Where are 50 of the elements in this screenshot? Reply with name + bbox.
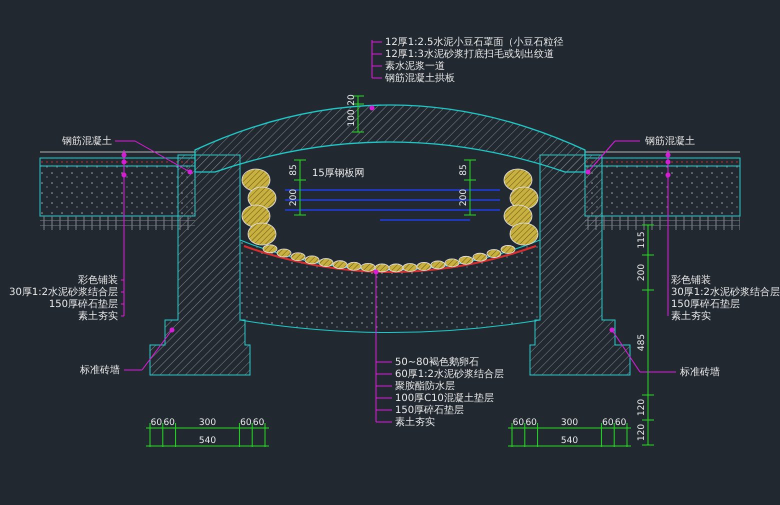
dimension-label: 200 <box>637 264 647 282</box>
dimension-label: 120 <box>637 398 647 416</box>
dimension-label: 300 <box>198 418 216 428</box>
dimension-label: 60 <box>602 418 614 428</box>
callout-label: 钢筋混凝土 <box>645 136 695 147</box>
callout-label: 30厚1:2水泥砂浆结合层 <box>9 287 118 298</box>
dimension-label: 485 <box>637 334 647 352</box>
callout-label: 60厚1:2水泥砂浆结合层 <box>395 369 504 380</box>
dimension-label: 20 <box>347 94 357 106</box>
dimension-label: 200 <box>289 188 299 206</box>
callout-label: 彩色铺装 <box>78 275 118 286</box>
leader-line <box>370 40 382 110</box>
leader-line <box>586 140 640 174</box>
dimension-label: 60 <box>525 418 537 428</box>
leader-line <box>124 328 174 370</box>
callout-label: 素土夯实 <box>671 311 711 322</box>
dimension-label: 115 <box>637 231 647 249</box>
dimension-label: 60 <box>240 418 252 428</box>
callout-label: 彩色铺装 <box>671 275 711 286</box>
callout-label: 钢筋混凝土 <box>62 136 112 147</box>
callout-label: 12厚1:3水泥砂浆打底扫毛或划出纹道 <box>385 49 554 60</box>
dimension-label: 60 <box>150 418 162 428</box>
callout-label: 150厚碎石垫层 <box>48 299 118 310</box>
dimension-label: 100 <box>347 109 357 127</box>
callout-label: 12厚1:2.5水泥小豆石罩面（小豆石粒径 <box>385 37 564 48</box>
dimension-label: 200 <box>459 188 469 206</box>
leader-line <box>610 328 676 372</box>
callout-label: 150厚碎石垫层 <box>395 405 464 416</box>
callout-label: 钢筋混凝土拱板 <box>385 73 455 84</box>
dimension-label: 85 <box>459 164 469 176</box>
callout-label: 标准砖墙 <box>680 367 720 378</box>
callout-label: 素土夯实 <box>395 417 435 428</box>
callout-label: 30厚1:2水泥砂浆结合层 <box>671 287 780 298</box>
dimension-label: 540 <box>560 436 578 446</box>
dimension-label: 60 <box>512 418 524 428</box>
dimension-label: 300 <box>560 418 578 428</box>
dimension-label: 120 <box>637 424 647 442</box>
callout-label: 素水泥浆一道 <box>385 61 445 72</box>
callout-label: 聚胺酯防水层 <box>395 381 455 392</box>
dimension-label: 60 <box>252 418 264 428</box>
dimension-label: 540 <box>198 436 216 446</box>
dimension-label: 85 <box>289 164 299 176</box>
callout-label: 15厚钢板网 <box>312 168 365 179</box>
callout-label: 标准砖墙 <box>80 365 120 376</box>
callout-label: 50~80褐色鹅卵石 <box>395 357 479 368</box>
callout-label: 100厚C10混凝土垫层 <box>395 393 494 404</box>
callout-label: 素土夯实 <box>78 311 118 322</box>
dimension-label: 60 <box>163 418 175 428</box>
callout-label: 150厚碎石垫层 <box>671 299 740 310</box>
dimension-label: 60 <box>614 418 626 428</box>
